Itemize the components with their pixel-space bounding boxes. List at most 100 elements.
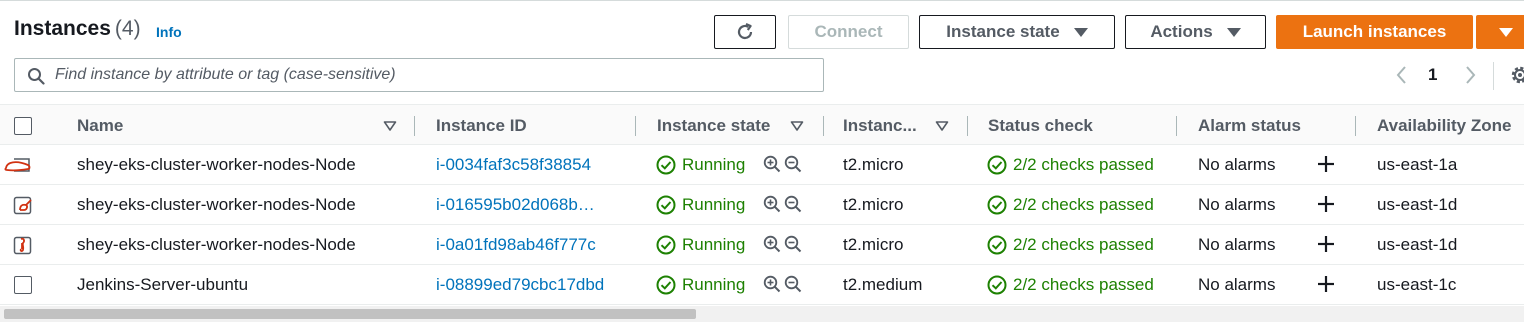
column-separator[interactable] — [1176, 116, 1177, 136]
scrollbar-thumb[interactable] — [4, 309, 696, 319]
check-circle-icon — [987, 155, 1007, 175]
instance-state-text: Running — [682, 275, 746, 294]
availability-zone: us-east-1d — [1377, 195, 1458, 214]
page-title: Instances (4) — [14, 17, 141, 41]
alarm-status-text: No alarms — [1198, 275, 1276, 294]
connect-button[interactable]: Connect — [788, 15, 909, 49]
instance-id-link[interactable]: i-016595b02d068b… — [436, 195, 595, 215]
column-header-status-check[interactable]: Status check — [988, 116, 1093, 136]
column-separator[interactable] — [967, 116, 968, 136]
refresh-button[interactable] — [714, 15, 776, 49]
sort-icon[interactable] — [383, 120, 397, 132]
instance-id-text[interactable]: i-016595b02d068b… — [436, 195, 595, 215]
sort-icon[interactable] — [790, 120, 804, 132]
instance-name: Jenkins-Server-ubuntu — [77, 275, 249, 294]
table-row[interactable]: shey-eks-cluster-worker-nodes-Node i-016… — [0, 185, 1524, 225]
connect-label: Connect — [814, 22, 883, 41]
status-check-text: 2/2 checks passed — [1013, 155, 1154, 174]
status-check-text: 2/2 checks passed — [1013, 235, 1154, 254]
column-separator[interactable] — [823, 116, 824, 136]
zoom-out-icon[interactable] — [784, 275, 802, 293]
caret-down-icon — [1226, 27, 1241, 37]
row-checkbox[interactable] — [12, 195, 34, 215]
row-checkbox[interactable] — [14, 276, 32, 294]
column-header-instance-id[interactable]: Instance ID — [436, 116, 527, 136]
status-check-text: 2/2 checks passed — [1013, 195, 1154, 214]
refresh-icon — [737, 22, 753, 40]
availability-zone: us-east-1d — [1377, 235, 1458, 254]
instance-state-dropdown[interactable]: Instance state — [919, 15, 1115, 49]
check-circle-icon — [656, 275, 676, 295]
actions-dropdown[interactable]: Actions — [1125, 15, 1266, 49]
plus-icon[interactable] — [1316, 194, 1336, 214]
current-page-number[interactable]: 1 — [1428, 65, 1437, 85]
frame-top-border — [0, 0, 1524, 1]
settings-gear-icon[interactable] — [1508, 63, 1524, 87]
zoom-out-icon[interactable] — [784, 155, 802, 173]
search-icon — [28, 68, 45, 85]
launch-options-dropdown[interactable] — [1476, 15, 1524, 49]
instance-state-text: Running — [682, 155, 746, 174]
column-separator[interactable] — [414, 116, 415, 136]
zoom-out-icon[interactable] — [784, 195, 802, 213]
search-input[interactable] — [55, 59, 815, 91]
caret-down-icon — [1499, 27, 1513, 37]
zoom-in-icon[interactable] — [763, 235, 781, 253]
alarm-status-text: No alarms — [1198, 235, 1276, 254]
instance-type: t2.medium — [843, 275, 923, 294]
zoom-in-icon[interactable] — [763, 155, 781, 173]
table-header: Name Instance ID Instance state Instanc.… — [0, 104, 1524, 145]
column-header-instance-type[interactable]: Instanc... — [843, 116, 917, 136]
row-checkbox[interactable] — [12, 235, 34, 255]
sort-icon[interactable] — [935, 120, 949, 132]
chevron-right-icon[interactable] — [1460, 64, 1480, 86]
column-header-availability-zone[interactable]: Availability Zone — [1377, 116, 1511, 136]
check-circle-icon — [656, 195, 676, 215]
plus-icon[interactable] — [1316, 234, 1336, 254]
zoom-out-icon[interactable] — [784, 235, 802, 253]
column-separator[interactable] — [1355, 116, 1356, 136]
launch-instances-label: Launch instances — [1302, 22, 1447, 41]
instance-type: t2.micro — [843, 195, 904, 214]
instance-state-label: Instance state — [946, 22, 1060, 41]
instance-name: shey-eks-cluster-worker-nodes-Node — [77, 235, 356, 254]
column-header-alarm-status[interactable]: Alarm status — [1198, 116, 1301, 136]
table-row[interactable]: shey-eks-cluster-worker-nodes-Node i-003… — [0, 145, 1524, 185]
instance-type: t2.micro — [843, 155, 904, 174]
row-checkbox[interactable] — [4, 156, 32, 174]
table-row[interactable]: shey-eks-cluster-worker-nodes-Node i-0a0… — [0, 225, 1524, 265]
check-circle-icon — [656, 235, 676, 255]
instance-id-link[interactable]: i-0a01fd98ab46f777c — [436, 235, 596, 255]
search-field[interactable] — [14, 58, 824, 92]
instance-state-text: Running — [682, 195, 746, 214]
instance-count: (4) — [114, 17, 141, 40]
info-link[interactable]: Info — [156, 24, 182, 40]
instance-id-link[interactable]: i-08899ed79cbc17dbd — [436, 275, 604, 295]
actions-label: Actions — [1150, 22, 1213, 41]
check-circle-icon — [987, 275, 1007, 295]
availability-zone: us-east-1c — [1377, 275, 1457, 294]
page-title-text: Instances — [14, 17, 111, 40]
zoom-in-icon[interactable] — [763, 195, 781, 213]
alarm-status-text: No alarms — [1198, 195, 1276, 214]
instance-id-link[interactable]: i-0034faf3c58f38854 — [436, 155, 591, 175]
instance-type: t2.micro — [843, 235, 904, 254]
caret-down-icon — [1073, 27, 1088, 37]
instance-name: shey-eks-cluster-worker-nodes-Node — [77, 155, 356, 174]
check-circle-icon — [987, 195, 1007, 215]
column-separator[interactable] — [635, 116, 636, 136]
availability-zone: us-east-1a — [1377, 155, 1458, 174]
table-row[interactable]: Jenkins-Server-ubuntu i-08899ed79cbc17db… — [0, 265, 1524, 305]
check-circle-icon — [987, 235, 1007, 255]
zoom-in-icon[interactable] — [763, 275, 781, 293]
chevron-left-icon[interactable] — [1392, 64, 1412, 86]
plus-icon[interactable] — [1316, 274, 1336, 294]
plus-icon[interactable] — [1316, 154, 1336, 174]
launch-instances-button[interactable]: Launch instances — [1276, 15, 1473, 49]
check-circle-icon — [656, 155, 676, 175]
status-check-text: 2/2 checks passed — [1013, 275, 1154, 294]
instance-name: shey-eks-cluster-worker-nodes-Node — [77, 195, 356, 214]
select-all-checkbox[interactable] — [14, 117, 32, 135]
column-header-instance-state[interactable]: Instance state — [657, 116, 770, 136]
column-header-name[interactable]: Name — [77, 116, 123, 136]
